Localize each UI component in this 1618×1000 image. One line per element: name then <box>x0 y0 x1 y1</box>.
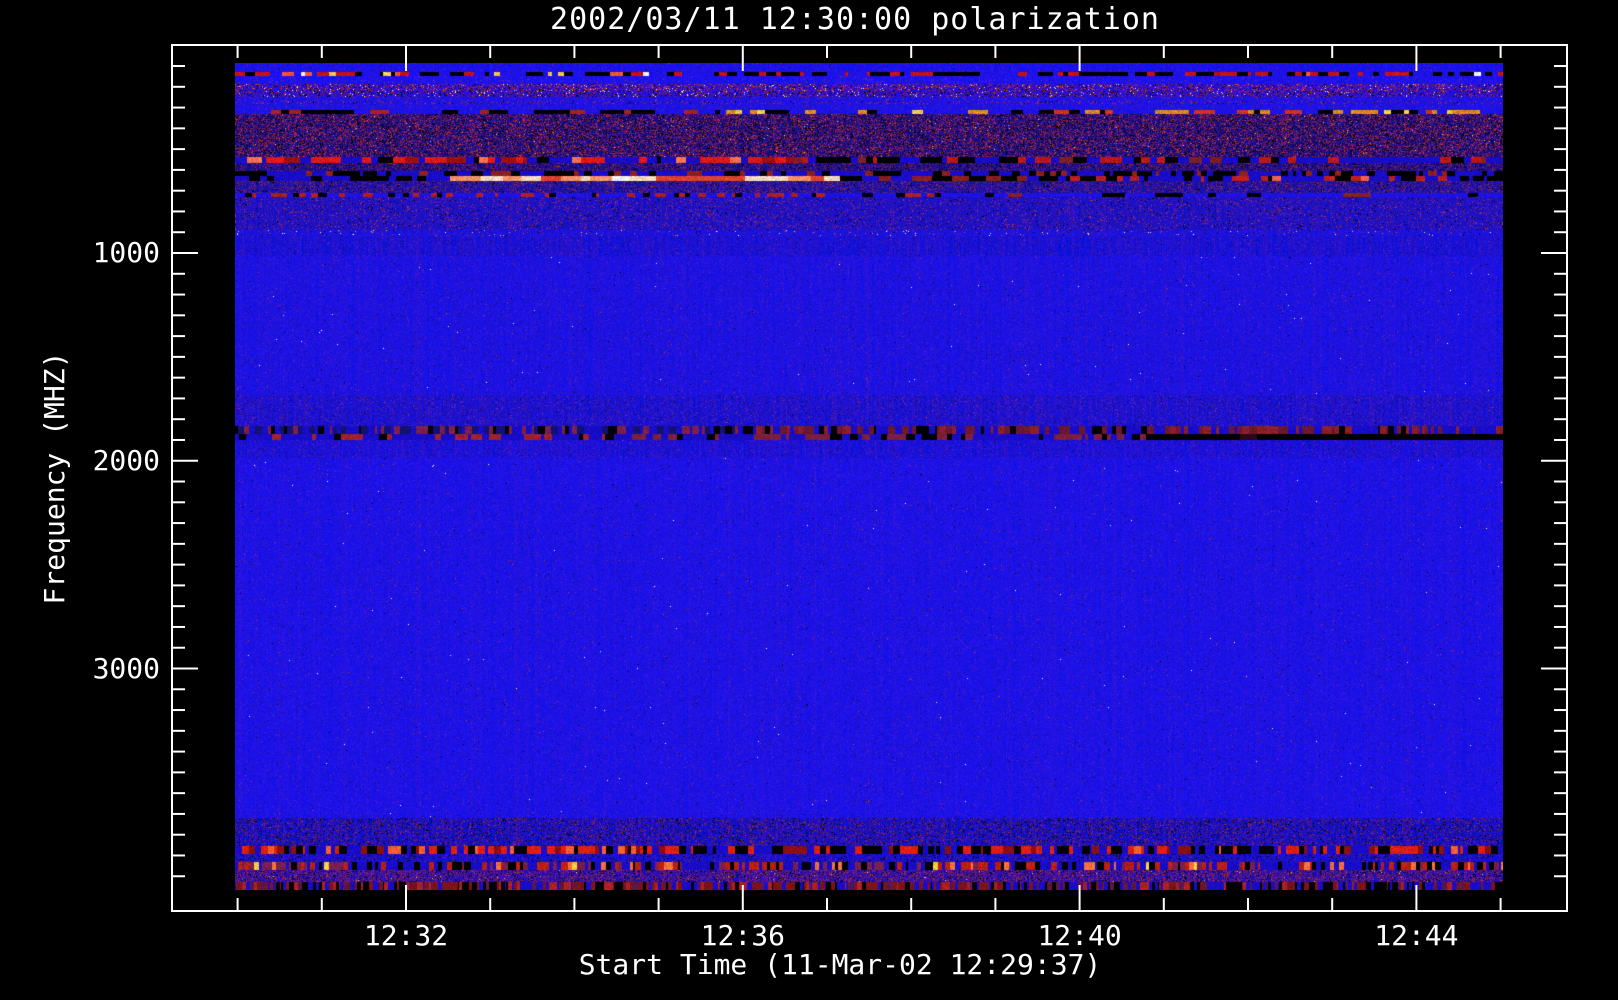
y-tick-label: 1000 <box>92 236 160 269</box>
axes-ticks <box>171 44 1568 912</box>
spectrogram-page: 2002/03/11 12:30:00 polarization 1000 200… <box>0 0 1618 1000</box>
x-axis-title: Start Time (11-Mar-02 12:29:37) <box>578 948 1102 981</box>
y-axis-title: Frequency (MHZ) <box>38 351 71 605</box>
